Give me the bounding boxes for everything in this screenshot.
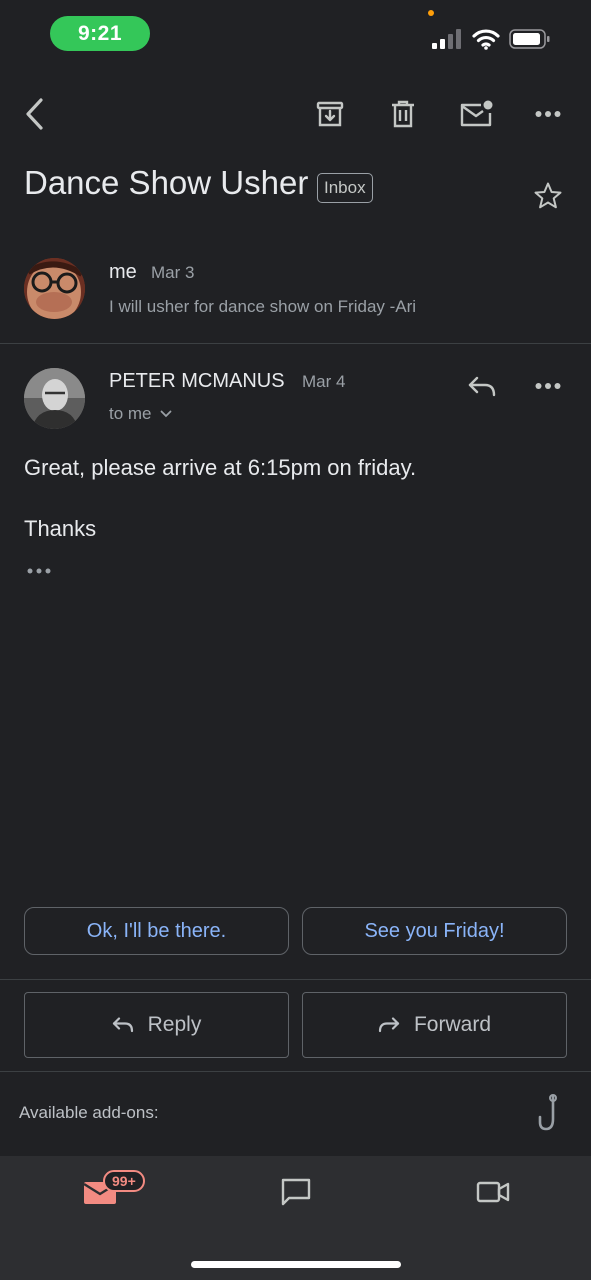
star-icon	[534, 182, 562, 209]
forward-label: Forward	[413, 1013, 492, 1036]
smart-reply-button[interactable]: Ok, I'll be there.	[24, 907, 289, 955]
hook-icon	[538, 1094, 557, 1131]
chat-icon	[281, 1178, 311, 1206]
recipient-details-toggle[interactable]: to me	[109, 404, 172, 424]
divider	[0, 1071, 591, 1072]
show-trimmed-content-button[interactable]	[24, 562, 54, 580]
archive-button[interactable]	[310, 94, 350, 134]
ellipsis-icon	[27, 568, 51, 574]
reply-label: Reply	[147, 1013, 202, 1036]
message-body-line: Great, please arrive at 6:15pm on friday…	[24, 455, 417, 480]
message-date: Mar 3	[151, 263, 195, 282]
delete-button[interactable]	[383, 94, 423, 134]
wifi-icon	[472, 27, 500, 51]
message-date: Mar 4	[302, 372, 346, 391]
mail-unread-icon	[460, 100, 493, 127]
nav-chat-tab[interactable]	[274, 1172, 318, 1212]
home-indicator[interactable]	[191, 1261, 401, 1268]
privacy-indicator-dot	[428, 10, 434, 16]
unread-count-badge: 99+	[103, 1170, 145, 1192]
divider	[0, 979, 591, 980]
message-sender: PETER MCMANUS	[109, 370, 285, 392]
reply-action-button[interactable]: Reply	[24, 992, 289, 1058]
more-horizontal-icon	[535, 383, 561, 389]
forward-action-button[interactable]: Forward	[302, 992, 567, 1058]
avatar	[24, 368, 85, 429]
star-button[interactable]	[530, 178, 566, 214]
smart-reply-button[interactable]: See you Friday!	[302, 907, 567, 955]
message-more-button[interactable]	[528, 366, 568, 406]
status-time: 9:21	[50, 16, 150, 51]
message-body-signoff: Thanks	[24, 516, 97, 541]
back-button[interactable]	[14, 94, 54, 134]
trash-icon	[392, 100, 414, 128]
message-collapsed[interactable]: me Mar 3 I will usher for dance show on …	[0, 240, 591, 343]
addon-button[interactable]	[528, 1092, 568, 1134]
inbox-label-chip[interactable]: Inbox	[317, 173, 373, 203]
mark-unread-button[interactable]	[456, 94, 496, 134]
more-horizontal-icon	[535, 111, 561, 117]
video-camera-icon	[476, 1181, 510, 1203]
reply-icon	[112, 1017, 133, 1033]
nav-meet-tab[interactable]	[471, 1172, 515, 1212]
divider	[0, 343, 591, 344]
forward-icon	[378, 1017, 400, 1033]
reply-button[interactable]	[462, 367, 502, 407]
thread-subject: Dance Show Usher	[24, 164, 309, 201]
archive-icon	[316, 101, 344, 127]
addons-label: Available add-ons:	[19, 1103, 159, 1122]
chevron-down-icon	[160, 410, 171, 418]
battery-icon	[509, 28, 551, 50]
more-options-button[interactable]	[528, 94, 568, 134]
chevron-left-icon	[26, 98, 43, 130]
cellular-signal-icon	[430, 28, 464, 50]
message-snippet: I will usher for dance show on Friday -A…	[109, 297, 417, 316]
reply-icon	[468, 376, 496, 397]
recipient-label: to me	[109, 404, 152, 423]
message-sender: me	[109, 261, 137, 283]
avatar	[24, 258, 85, 319]
